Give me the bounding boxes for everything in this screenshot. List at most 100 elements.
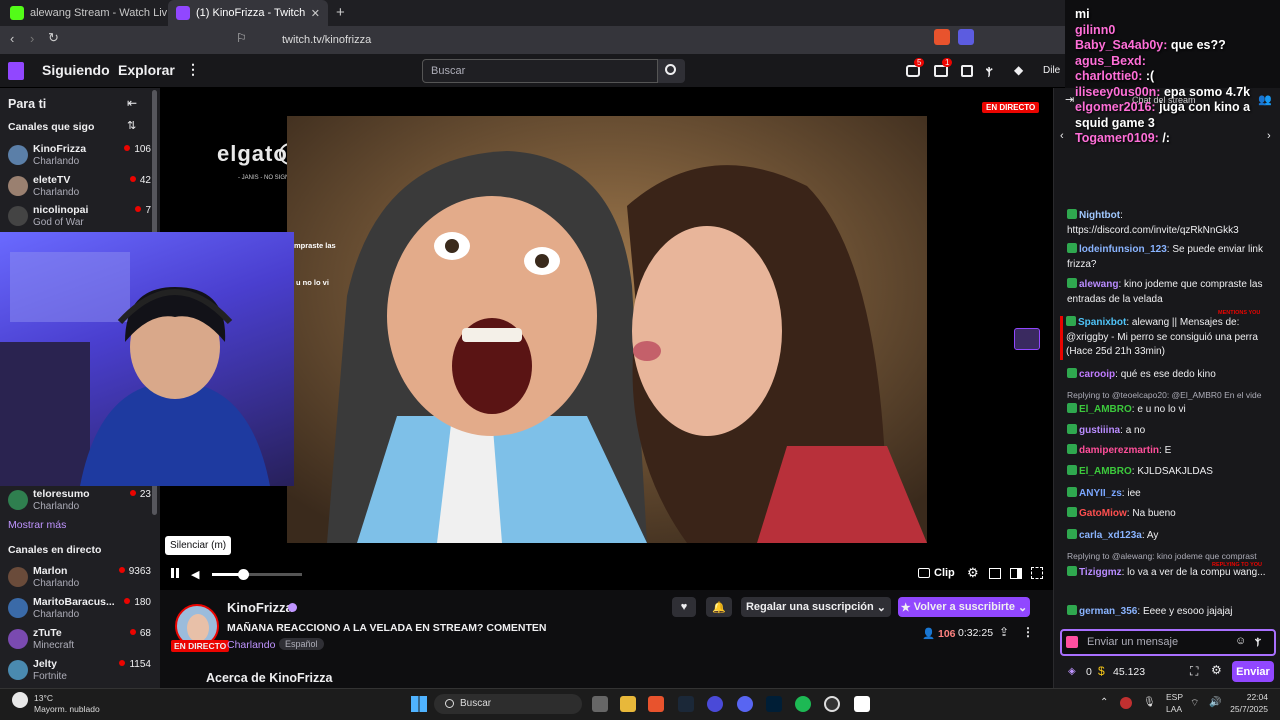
sidebar-channel[interactable]: Jelty Fortnite 1154	[8, 655, 153, 685]
forward-icon[interactable]: ›	[30, 31, 34, 46]
sidebar-channel[interactable]: Marlon Charlando 9363	[8, 562, 153, 592]
search-button[interactable]	[658, 59, 685, 83]
chat-settings-icon[interactable]: ⚙	[1211, 663, 1222, 677]
gift-sub-button[interactable]: Regalar una suscripción ⌄	[741, 597, 891, 617]
steam-icon[interactable]	[678, 696, 694, 712]
reload-icon[interactable]: ↻	[48, 30, 59, 46]
sort-icon[interactable]: ⇅	[127, 119, 136, 132]
chat-username[interactable]: alewang	[1079, 279, 1118, 290]
photoshop-icon[interactable]	[766, 696, 782, 712]
chat-power-icon[interactable]: ⛶	[1190, 664, 1198, 679]
crown-icon[interactable]	[1014, 328, 1040, 350]
sidebar-channel[interactable]: nicolinopai God of War 7	[8, 201, 153, 231]
discord-icon[interactable]	[737, 696, 753, 712]
weather-icon[interactable]	[12, 692, 28, 708]
chat-reply-context[interactable]: Replying to @teoelcapo20: @El_AMBR0 En e…	[1067, 388, 1277, 403]
chat-username[interactable]: damiperezmartin	[1079, 445, 1159, 456]
share-icon[interactable]: ⇪	[999, 625, 1009, 639]
bookmark-icon[interactable]: ⚐	[236, 31, 247, 45]
sidebar-channel[interactable]: KinoFrizza Charlando 106	[8, 140, 153, 170]
microphone-icon[interactable]: 🎙	[1143, 697, 1156, 708]
collapse-chat-icon[interactable]: ⇥	[1065, 93, 1074, 106]
notification-bell-button[interactable]: 🔔	[706, 597, 732, 617]
speaker-icon[interactable]: 🔊	[1209, 697, 1221, 708]
lang-line2[interactable]: LAA	[1166, 704, 1182, 714]
twitch-logo-icon[interactable]	[8, 62, 24, 80]
chat-emote-icon[interactable]: ☺	[1235, 635, 1246, 647]
chat-message[interactable]: damiperezmartin: E	[1067, 444, 1277, 459]
chat-message[interactable]: Nightbot: https://discord.com/invite/qzR…	[1067, 209, 1277, 238]
whispers-icon[interactable]	[961, 65, 973, 77]
more-menu-icon[interactable]: ⋮	[186, 61, 200, 78]
obs-icon[interactable]	[824, 696, 840, 712]
taskbar-search[interactable]: Buscar	[434, 694, 582, 714]
fullscreen-icon[interactable]	[1031, 567, 1043, 579]
volume-slider-track[interactable]	[212, 573, 302, 576]
sidebar-channel[interactable]: teloresumo Charlando 23	[8, 485, 153, 515]
chat-username[interactable]: ANYII_zs	[1079, 488, 1122, 499]
popout-icon[interactable]	[989, 568, 1001, 579]
stream-category[interactable]: Charlando	[227, 639, 275, 651]
more-options-icon[interactable]: ⋮	[1022, 625, 1034, 639]
nav-explore[interactable]: Explorar	[118, 62, 175, 78]
clock-date[interactable]: 25/7/2025	[1226, 704, 1268, 714]
url-field[interactable]: twitch.tv/kinofrizza	[258, 31, 978, 50]
follow-heart-button[interactable]: ♥	[672, 597, 696, 617]
chat-message[interactable]: carla_xd123a: Ay	[1067, 529, 1277, 544]
settings-icon[interactable]: ⚙	[967, 565, 979, 581]
notion-icon[interactable]	[854, 696, 870, 712]
search-input[interactable]: Buscar	[422, 59, 658, 83]
brave-icon[interactable]	[648, 696, 664, 712]
chat-username[interactable]: german_356	[1079, 606, 1137, 617]
sidebar-channel[interactable]: zTuTe Minecraft 68	[8, 624, 153, 654]
chat-username[interactable]: El_AMBRO	[1079, 466, 1132, 477]
volume-slider-handle[interactable]	[237, 569, 249, 580]
chat-message[interactable]: El_AMBRO: KJLDSAKJLDAS	[1067, 465, 1277, 480]
tab-twitch[interactable]: (1) KinoFrizza - Twitch ✕	[168, 0, 328, 26]
prime-icon[interactable]: ⲯ	[986, 63, 992, 78]
chat-username[interactable]: carooip	[1079, 369, 1115, 380]
nav-following[interactable]: Siguiendo	[42, 62, 110, 78]
tray-app-icon[interactable]	[1120, 697, 1132, 709]
sidebar-channel[interactable]: MaritoBaracus... Charlando 180	[8, 593, 153, 623]
chat-username[interactable]: GatoMiow	[1079, 508, 1127, 519]
chat-message[interactable]: Tiziggmz: lo va a ver de la compu wang..…	[1067, 566, 1277, 581]
resubscribe-button[interactable]: ★ Volver a suscribirte ⌄	[898, 597, 1030, 617]
back-icon[interactable]: ‹	[10, 31, 14, 46]
tray-chevron-icon[interactable]: ⌃	[1100, 697, 1108, 708]
ad-free-link[interactable]: Dile adiós a los anuncios de forma gratu…	[1043, 65, 1063, 76]
chat-username[interactable]: Tiziggmz	[1079, 567, 1122, 578]
chat-badge-icon[interactable]	[1066, 636, 1078, 648]
chat-message[interactable]: El_AMBRO: e u no lo vi	[1067, 403, 1277, 418]
bits-balance-icon[interactable]: $	[1098, 664, 1105, 678]
stream-tag[interactable]: Español	[279, 638, 324, 650]
lang-line1[interactable]: ESP	[1166, 692, 1183, 702]
chat-message[interactable]: alewang: kino jodeme que compraste las e…	[1067, 278, 1277, 307]
sidebar-channel[interactable]: eleteTV Charlando 42	[8, 171, 153, 201]
theatre-mode-icon[interactable]	[1010, 568, 1022, 579]
chat-message[interactable]: lodeinfunsion_123: Se puede enviar link …	[1067, 243, 1277, 272]
send-button[interactable]: Enviar	[1232, 661, 1274, 682]
bits-icon[interactable]: ◆	[1014, 63, 1023, 77]
chat-prime-icon[interactable]: ⲯ	[1255, 635, 1261, 648]
task-view-icon[interactable]	[592, 696, 608, 712]
clip-button[interactable]: Clip	[934, 567, 955, 579]
pause-icon[interactable]	[171, 568, 174, 578]
chat-username[interactable]: Nightbot	[1079, 210, 1120, 221]
vpn-icon[interactable]	[707, 696, 723, 712]
chat-message[interactable]: german_356: Eeee y esooo jajajaj	[1067, 605, 1277, 620]
channel-name[interactable]: KinoFrizza	[227, 600, 293, 615]
chat-prev-icon[interactable]: ‹	[1060, 130, 1064, 142]
chat-username[interactable]: El_AMBRO	[1079, 404, 1132, 415]
chat-message[interactable]: carooip: qué es ese dedo kino	[1067, 368, 1277, 383]
volume-icon[interactable]: ◀	[191, 568, 199, 581]
tab-kick[interactable]: alewang Stream - Watch Live on Kick	[2, 0, 167, 26]
chat-username[interactable]: carla_xd123a	[1079, 530, 1142, 541]
file-explorer-icon[interactable]	[620, 696, 636, 712]
show-more-link[interactable]: Mostrar más	[8, 519, 66, 531]
chat-username[interactable]: Spanixbot	[1078, 317, 1126, 328]
clip-icon[interactable]	[918, 568, 930, 578]
new-tab-button[interactable]: +	[336, 4, 345, 21]
chat-message[interactable]: ANYII_zs: iee	[1067, 487, 1277, 502]
chat-username[interactable]: lodeinfunsion_123	[1079, 244, 1167, 255]
